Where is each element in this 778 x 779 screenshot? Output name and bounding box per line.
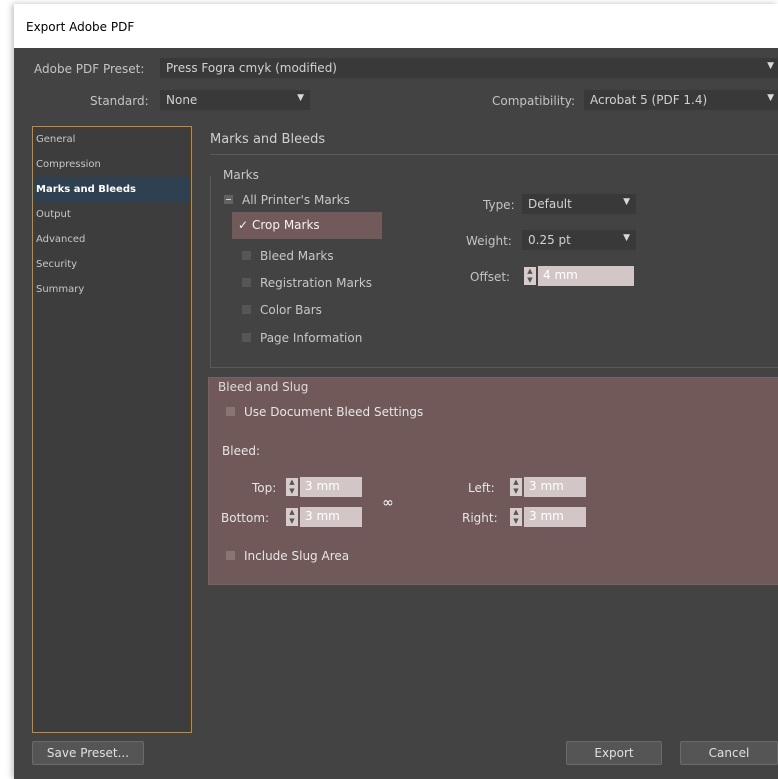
preset-dropdown[interactable]: Press Fogra cmyk (modified) ▼ bbox=[160, 58, 778, 78]
use-document-bleed-checkbox[interactable] bbox=[226, 407, 235, 416]
include-slug-row[interactable]: Include Slug Area bbox=[226, 546, 349, 566]
sidebar-item-security[interactable]: Security bbox=[33, 252, 191, 277]
weight-label: Weight: bbox=[466, 234, 512, 248]
registration-marks-row[interactable]: Registration Marks bbox=[242, 273, 372, 293]
sidebar-item-summary[interactable]: Summary bbox=[33, 277, 191, 302]
use-document-bleed-label: Use Document Bleed Settings bbox=[244, 405, 424, 419]
bleed-left-input[interactable]: 3 mm bbox=[524, 477, 586, 497]
bleed-left-stepper[interactable]: ▲ ▼ bbox=[510, 478, 522, 496]
bleed-marks-row[interactable]: Bleed Marks bbox=[242, 246, 334, 266]
marks-group-title: Marks bbox=[220, 168, 262, 182]
bleed-bottom-label: Bottom: bbox=[221, 511, 270, 525]
sidebar-item-advanced[interactable]: Advanced bbox=[33, 227, 191, 252]
color-bars-row[interactable]: Color Bars bbox=[242, 300, 322, 320]
bleed-top-stepper[interactable]: ▲ ▼ bbox=[286, 478, 298, 496]
compatibility-value: Acrobat 5 (PDF 1.4) bbox=[590, 93, 708, 107]
crop-marks-label: Crop Marks bbox=[252, 218, 320, 232]
standard-dropdown[interactable]: None ▼ bbox=[160, 90, 310, 110]
offset-stepper[interactable]: ▲ ▼ bbox=[524, 267, 536, 285]
export-pdf-dialog: Export Adobe PDF Adobe PDF Preset: Press… bbox=[14, 4, 778, 779]
offset-label: Offset: bbox=[470, 270, 511, 284]
chevron-down-icon: ▼ bbox=[767, 61, 774, 71]
sidebar-item-general[interactable]: General bbox=[33, 127, 191, 152]
bleed-right-label: Right: bbox=[462, 511, 498, 525]
title-bar: Export Adobe PDF bbox=[14, 4, 778, 48]
window-title: Export Adobe PDF bbox=[26, 20, 135, 34]
sidebar: General Compression Marks and Bleeds Out… bbox=[32, 126, 192, 733]
section-divider bbox=[210, 154, 778, 155]
cancel-button[interactable]: Cancel bbox=[680, 741, 778, 765]
bleed-and-slug-title: Bleed and Slug bbox=[218, 380, 309, 394]
page-information-label: Page Information bbox=[260, 331, 363, 345]
sidebar-item-output[interactable]: Output bbox=[33, 202, 191, 227]
standard-label: Standard: bbox=[90, 94, 149, 108]
export-button[interactable]: Export bbox=[566, 741, 662, 765]
include-slug-label: Include Slug Area bbox=[244, 549, 350, 563]
registration-marks-checkbox[interactable] bbox=[242, 278, 251, 287]
compatibility-dropdown[interactable]: Acrobat 5 (PDF 1.4) ▼ bbox=[584, 90, 778, 110]
use-document-bleed-row[interactable]: Use Document Bleed Settings bbox=[226, 402, 423, 422]
all-printers-marks-label: All Printer's Marks bbox=[242, 193, 350, 207]
weight-dropdown[interactable]: 0.25 pt ▼ bbox=[522, 230, 636, 250]
page-information-row[interactable]: Page Information bbox=[242, 328, 362, 348]
preset-label: Adobe PDF Preset: bbox=[34, 62, 145, 76]
chevron-down-icon: ▼ bbox=[767, 93, 774, 103]
save-preset-button[interactable]: Save Preset... bbox=[32, 741, 144, 765]
type-label: Type: bbox=[483, 198, 515, 212]
chevron-down-icon: ▼ bbox=[623, 197, 630, 207]
include-slug-checkbox[interactable] bbox=[226, 551, 235, 560]
type-value: Default bbox=[528, 197, 572, 211]
link-chain-icon[interactable]: ∞ bbox=[378, 492, 398, 514]
all-printers-marks-row[interactable]: All Printer's Marks bbox=[224, 190, 350, 210]
section-title: Marks and Bleeds bbox=[210, 132, 326, 147]
bleed-bottom-stepper[interactable]: ▲ ▼ bbox=[286, 508, 298, 526]
sidebar-item-compression[interactable]: Compression bbox=[33, 152, 191, 177]
checkmark-icon[interactable]: ✓ bbox=[238, 212, 252, 239]
color-bars-label: Color Bars bbox=[260, 303, 322, 317]
bleed-marks-label: Bleed Marks bbox=[260, 249, 334, 263]
bleed-right-stepper[interactable]: ▲ ▼ bbox=[510, 508, 522, 526]
bleed-top-label: Top: bbox=[252, 481, 277, 495]
bleed-left-label: Left: bbox=[468, 481, 495, 495]
offset-input[interactable]: 4 mm bbox=[538, 266, 634, 286]
crop-marks-row[interactable]: ✓ Crop Marks bbox=[232, 212, 382, 239]
color-bars-checkbox[interactable] bbox=[242, 305, 251, 314]
bleed-marks-checkbox[interactable] bbox=[242, 251, 251, 260]
standard-value: None bbox=[166, 93, 198, 107]
weight-value: 0.25 pt bbox=[528, 233, 571, 247]
bleed-bottom-input[interactable]: 3 mm bbox=[300, 507, 362, 527]
chevron-down-icon: ▼ bbox=[297, 93, 304, 103]
all-printers-marks-checkbox[interactable] bbox=[224, 195, 233, 204]
bleed-label: Bleed: bbox=[222, 444, 260, 458]
chevron-down-icon: ▼ bbox=[623, 233, 630, 243]
bleed-right-input[interactable]: 3 mm bbox=[524, 507, 586, 527]
bleed-top-input[interactable]: 3 mm bbox=[300, 477, 362, 497]
type-dropdown[interactable]: Default ▼ bbox=[522, 194, 636, 214]
registration-marks-label: Registration Marks bbox=[260, 276, 373, 290]
sidebar-item-marks-and-bleeds[interactable]: Marks and Bleeds bbox=[33, 177, 191, 202]
page-information-checkbox[interactable] bbox=[242, 333, 251, 342]
preset-value: Press Fogra cmyk (modified) bbox=[166, 61, 337, 75]
compatibility-label: Compatibility: bbox=[492, 94, 576, 108]
